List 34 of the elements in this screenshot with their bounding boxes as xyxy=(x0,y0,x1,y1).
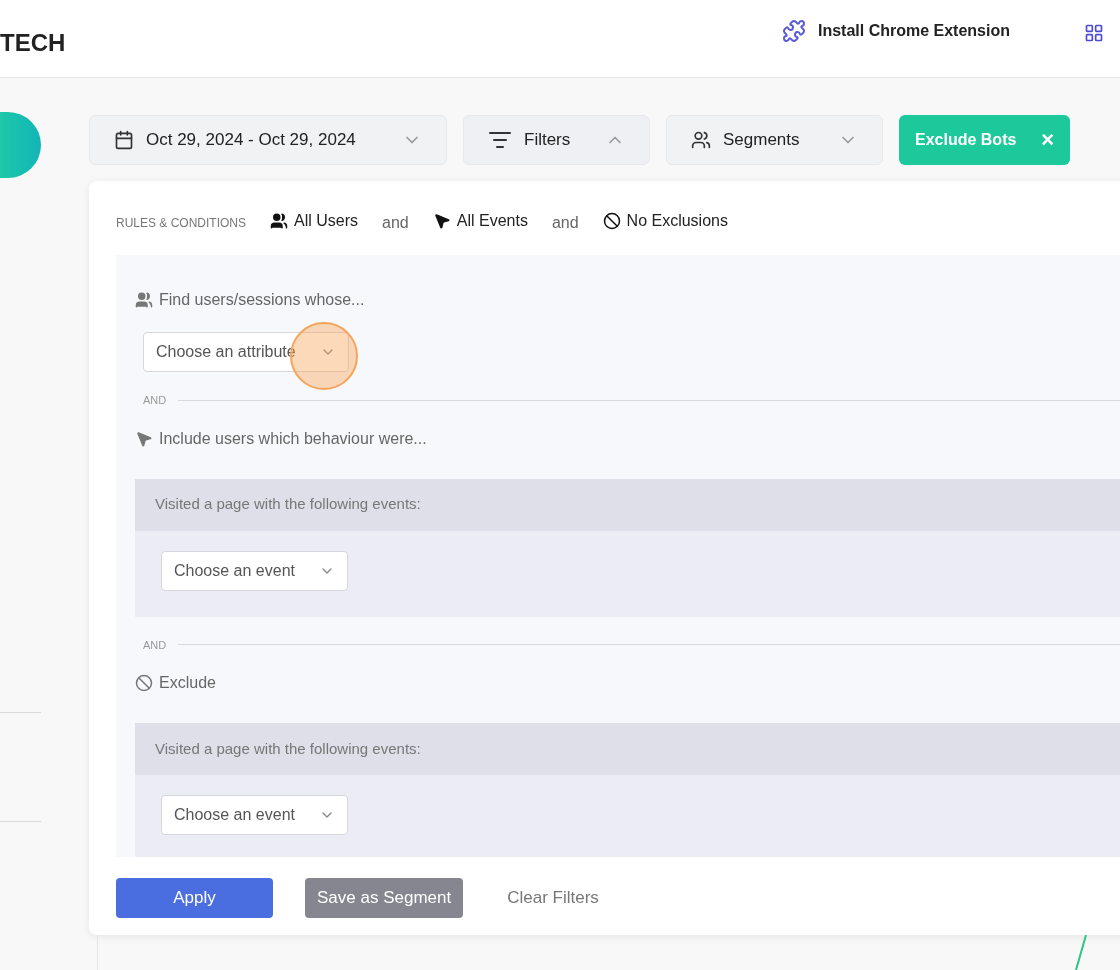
grid-menu-icon[interactable] xyxy=(1084,22,1104,43)
chart-line-drawing xyxy=(1075,935,1087,970)
users-icon xyxy=(135,291,153,309)
clear-filters-link[interactable]: Clear Filters xyxy=(495,878,611,918)
dropdown-select[interactable]: Choose an event xyxy=(161,550,348,591)
section-heading: Include users which behaviour were... xyxy=(159,428,427,449)
toolbar-dropdown[interactable]: Segments xyxy=(666,115,883,165)
prohibited-icon xyxy=(602,212,621,230)
users-icon xyxy=(691,130,711,150)
section-heading: Exclude xyxy=(159,673,216,693)
prohibited-icon xyxy=(135,674,153,692)
action-button[interactable]: Apply xyxy=(116,878,273,918)
cursor-icon xyxy=(135,429,153,448)
joiner-text: and xyxy=(382,213,409,233)
users-icon xyxy=(270,212,289,230)
extension-link[interactable]: Install Chrome Extension xyxy=(781,18,1010,43)
brand-name: TECH xyxy=(0,27,66,58)
and-separator: AND xyxy=(143,637,167,653)
group-title: Visited a page with the following events: xyxy=(155,738,421,759)
puzzle-icon xyxy=(781,18,806,43)
section-heading: Find users/sessions whose... xyxy=(159,290,365,310)
and-separator: AND xyxy=(143,393,167,408)
cursor-icon xyxy=(432,212,451,230)
dropdown-select[interactable]: Choose an event xyxy=(161,795,348,835)
toolbar-dropdown[interactable]: Filters xyxy=(463,115,650,165)
calendar-icon xyxy=(114,130,134,150)
rule-summary-item: All Users xyxy=(294,211,359,231)
rule-summary-item: All Events xyxy=(456,211,528,231)
action-button[interactable]: Save as Segment xyxy=(305,878,464,918)
rules-label: RULES & CONDITIONS xyxy=(116,215,247,232)
joiner-text: and xyxy=(551,213,579,233)
rule-summary-item: No Exclusions xyxy=(626,211,728,231)
group-title: Visited a page with the following events: xyxy=(155,494,421,515)
toolbar-dropdown[interactable]: Oct 29, 2024 - Oct 29, 2024 xyxy=(89,115,447,165)
